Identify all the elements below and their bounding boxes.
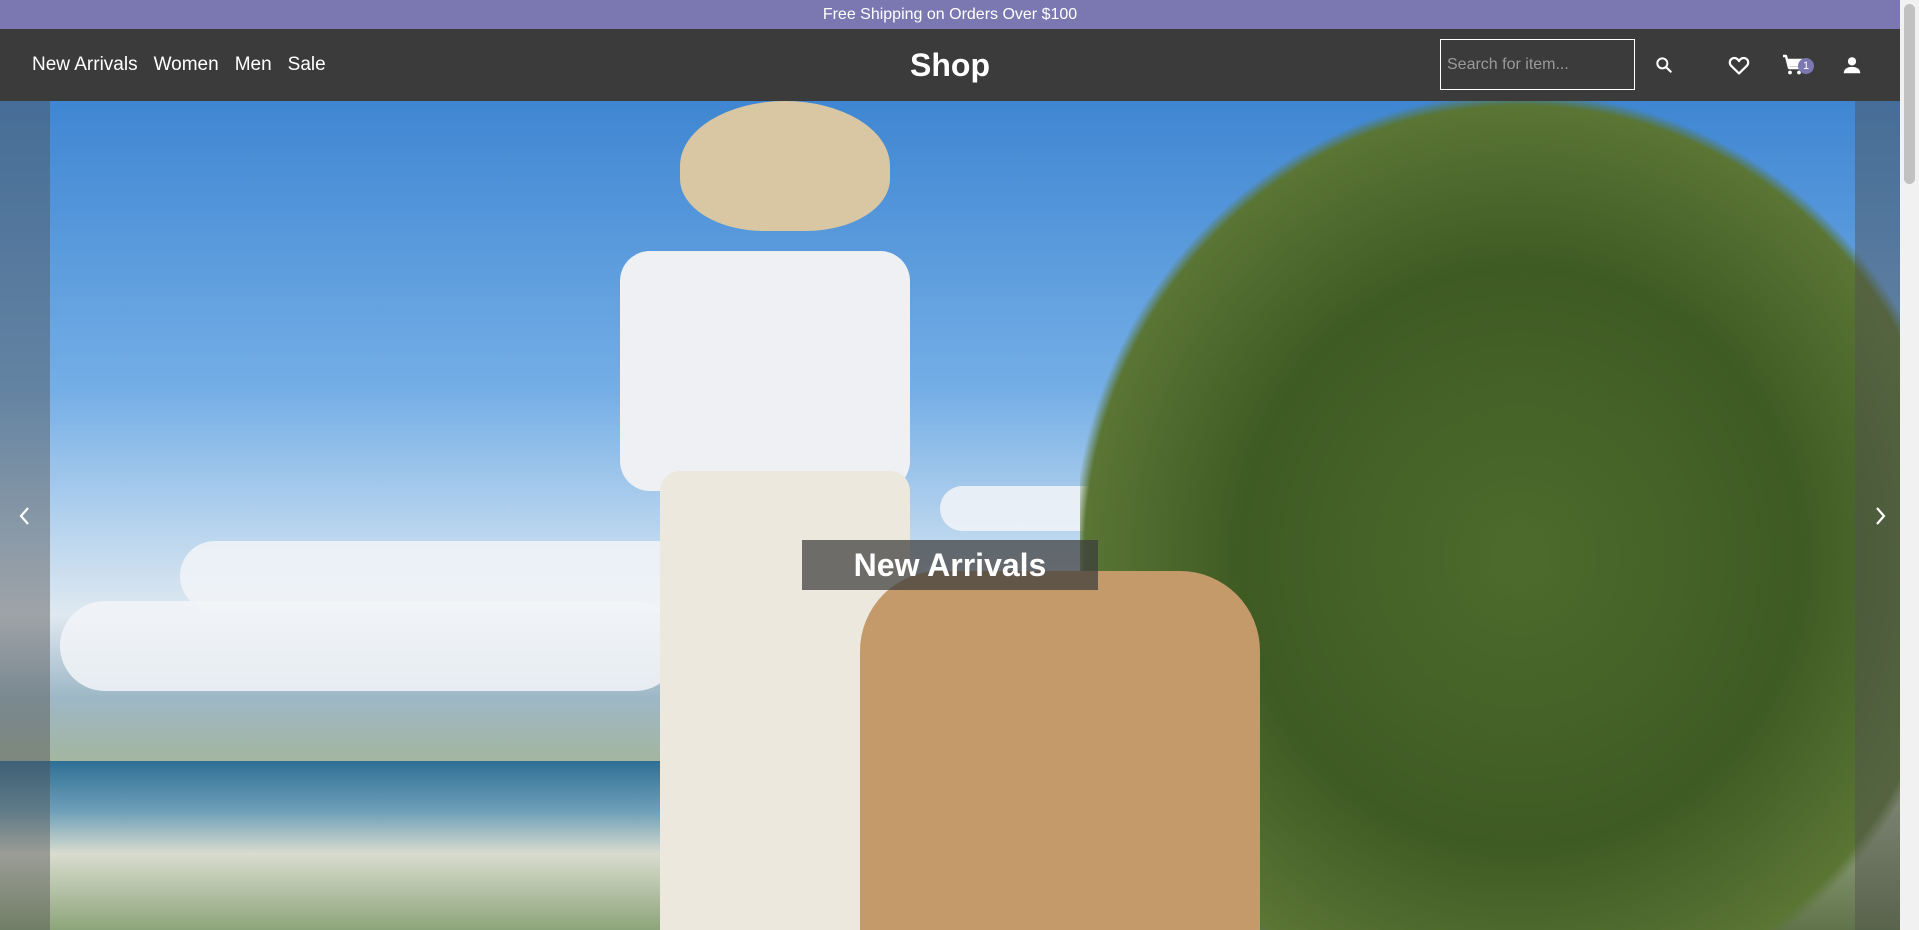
hero-carousel: New Arrivals	[0, 101, 1900, 930]
scrollbar-thumb[interactable]	[1904, 4, 1915, 184]
cart-button[interactable]: 1	[1781, 51, 1817, 79]
cart-count-badge: 1	[1798, 58, 1814, 74]
hero-caption-text: New Arrivals	[853, 546, 1047, 583]
user-icon	[1843, 57, 1861, 74]
main-nav: New Arrivals Women Men Sale	[32, 29, 326, 101]
account-button[interactable]	[1838, 51, 1866, 79]
site-header: New Arrivals Women Men Sale Shop 1	[0, 29, 1900, 101]
prev-slide-button[interactable]	[10, 501, 40, 531]
chevron-right-icon	[1876, 507, 1886, 525]
hero-image	[0, 101, 1900, 930]
search-button[interactable]	[1654, 40, 1674, 89]
next-slide-button[interactable]	[1865, 501, 1895, 531]
search-icon	[1656, 56, 1672, 73]
wishlist-button[interactable]	[1725, 51, 1753, 79]
nav-new-arrivals[interactable]: New Arrivals	[32, 54, 138, 76]
hero-caption[interactable]: New Arrivals	[802, 540, 1098, 590]
nav-sale[interactable]: Sale	[288, 54, 326, 76]
heart-icon	[1728, 56, 1750, 75]
promo-bar: Free Shipping on Orders Over $100	[0, 0, 1900, 29]
brand-logo[interactable]: Shop	[910, 47, 990, 84]
search-input[interactable]	[1441, 40, 1654, 89]
nav-women[interactable]: Women	[154, 54, 219, 76]
page-scrollbar[interactable]	[1900, 0, 1919, 930]
promo-text: Free Shipping on Orders Over $100	[822, 5, 1078, 23]
nav-men[interactable]: Men	[235, 54, 272, 76]
search-box	[1440, 39, 1672, 90]
chevron-left-icon	[19, 507, 29, 525]
